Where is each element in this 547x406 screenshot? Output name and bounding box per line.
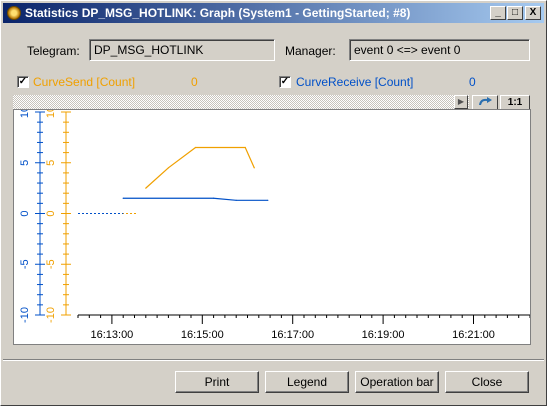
print-button[interactable]: Print [175,371,259,393]
minimize-button[interactable]: _ [490,6,506,20]
series-0-point [145,187,147,189]
y-tick-label: 0 [45,210,57,216]
y-tick-label: 5 [45,160,57,166]
series-0-point [253,167,255,169]
x-tick-label: 16:21:00 [452,329,495,341]
time-scrollbar[interactable]: ▶ [13,95,469,109]
y-tick-label: 10 [45,110,57,118]
legend-button[interactable]: Legend [265,371,349,393]
curvesend-checkbox[interactable]: ✓ [17,76,29,88]
y-tick-label: 5 [19,160,31,166]
telegram-label: Telegram: [27,44,80,58]
zoom-1to1-button[interactable]: 1:1 [500,95,530,110]
series-1-point [213,197,215,199]
y-tick-label: -5 [45,259,57,269]
curvereceive-legend-label: CurveReceive [Count] [296,75,414,89]
close-button[interactable]: Close [445,371,529,393]
x-tick-label: 16:13:00 [90,329,133,341]
manager-field: event 0 <=> event 0 [349,39,530,61]
y-tick-label: -10 [45,307,57,323]
series-0-point [194,146,197,149]
legend: ✓ CurveSend [Count] 0 ✓ CurveReceive [Co… [13,74,531,90]
plot-area[interactable]: 10 5 0 -5 -10 10 5 0 -5 -10 16:13:00 16:15:00 16:17:… [13,106,531,345]
y-tick-label: -10 [19,307,31,323]
manager-label: Manager: [285,44,336,58]
app-gear-icon [7,6,21,20]
curved-arrow-icon [479,97,492,105]
series-1-point [267,199,269,201]
graph-window: Statistics DP_MSG_HOTLINK: Graph (System… [0,0,547,406]
series-1-point [235,199,237,201]
curvereceive-value: 0 [469,75,476,89]
x-tick-label: 16:15:00 [181,329,224,341]
window-title: Statistics DP_MSG_HOTLINK: Graph (System… [25,6,411,20]
scroll-right-button[interactable]: ▶ [454,95,468,109]
curvereceive-checkbox[interactable]: ✓ [279,76,291,88]
x-tick-label: 16:17:00 [271,329,314,341]
curvesend-legend-label: CurveSend [Count] [33,75,136,89]
close-window-button[interactable]: X [525,6,541,20]
curvesend-value: 0 [191,75,198,89]
triangle-right-icon: ▶ [457,97,465,106]
series-1-line [123,197,268,201]
maximize-button[interactable]: □ [507,6,523,20]
series-0-point [244,146,246,149]
chart-svg[interactable]: 10 5 0 -5 -10 10 5 0 -5 -10 16:13:00 16:15:00 16:17:… [14,106,531,344]
telegram-field: DP_MSG_HOTLINK [89,39,275,61]
y-tick-label: 0 [19,210,31,216]
series-1-point [122,197,124,199]
x-tick-label: 16:19:00 [362,329,405,341]
series-0-line [145,146,255,189]
title-bar[interactable]: Statistics DP_MSG_HOTLINK: Graph (System… [3,3,544,23]
y-tick-label: 10 [19,110,31,118]
undo-zoom-button[interactable] [472,95,498,110]
operation-bar-button[interactable]: Operation bar [355,371,439,393]
series-0-point [167,167,169,169]
y-tick-label: -5 [19,259,31,269]
